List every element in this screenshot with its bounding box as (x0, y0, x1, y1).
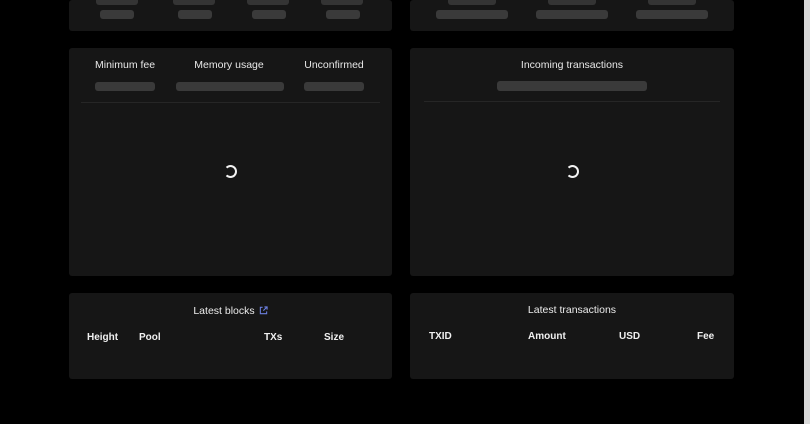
skeleton-bar (436, 10, 508, 19)
skeleton-bar (648, 0, 696, 5)
skeleton-bar (536, 10, 608, 19)
external-link-icon[interactable] (259, 306, 268, 318)
incoming-transactions-panel: Incoming transactions (410, 48, 734, 276)
skeleton-bar (321, 0, 363, 5)
column-header-fee: Fee (697, 331, 715, 342)
latest-transactions-title: Latest transactions (527, 304, 617, 316)
column-header-pool: Pool (139, 332, 161, 343)
incoming-transactions-skeleton (497, 81, 647, 91)
unconfirmed-value-skeleton (304, 82, 364, 91)
skeleton-bar (548, 0, 596, 5)
latest-blocks-title-row: Latest blocks (69, 305, 392, 318)
skeleton-bar (636, 10, 708, 19)
dashboard-page: Minimum fee Memory usage Unconfirmed Inc… (0, 0, 810, 424)
latest-blocks-title[interactable]: Latest blocks (193, 305, 254, 317)
panel-divider (424, 101, 720, 102)
latest-transactions-panel: Latest transactions TXID Amount USD Fee (410, 293, 734, 379)
column-header-height: Height (87, 332, 119, 343)
top-left-panel (69, 0, 392, 31)
minimum-fee-value-skeleton (95, 82, 155, 91)
skeleton-bar (448, 0, 496, 5)
column-header-txs: TXs (264, 332, 283, 343)
column-header-usd: USD (619, 331, 641, 342)
window-scrollbar[interactable] (804, 0, 810, 424)
skeleton-bar (173, 0, 215, 5)
panel-divider (81, 102, 380, 103)
top-right-panel (410, 0, 734, 31)
skeleton-bar (247, 0, 289, 5)
skeleton-bar (100, 10, 134, 19)
memory-usage-label: Memory usage (194, 59, 264, 71)
skeleton-bar (326, 10, 360, 19)
unconfirmed-label: Unconfirmed (304, 59, 364, 71)
skeleton-bar (252, 10, 286, 19)
incoming-transactions-label: Incoming transactions (520, 59, 624, 71)
column-header-amount: Amount (528, 331, 566, 342)
mempool-panel: Minimum fee Memory usage Unconfirmed (69, 48, 392, 276)
skeleton-bar (96, 0, 138, 5)
memory-usage-value-skeleton (176, 82, 284, 91)
loading-spinner-icon (566, 165, 579, 178)
skeleton-bar (178, 10, 212, 19)
column-header-size: Size (324, 332, 345, 343)
minimum-fee-label: Minimum fee (95, 59, 156, 71)
loading-spinner-icon (224, 165, 237, 178)
column-header-txid: TXID (429, 331, 452, 342)
latest-blocks-panel: Latest blocks Height Pool TXs Size (69, 293, 392, 379)
